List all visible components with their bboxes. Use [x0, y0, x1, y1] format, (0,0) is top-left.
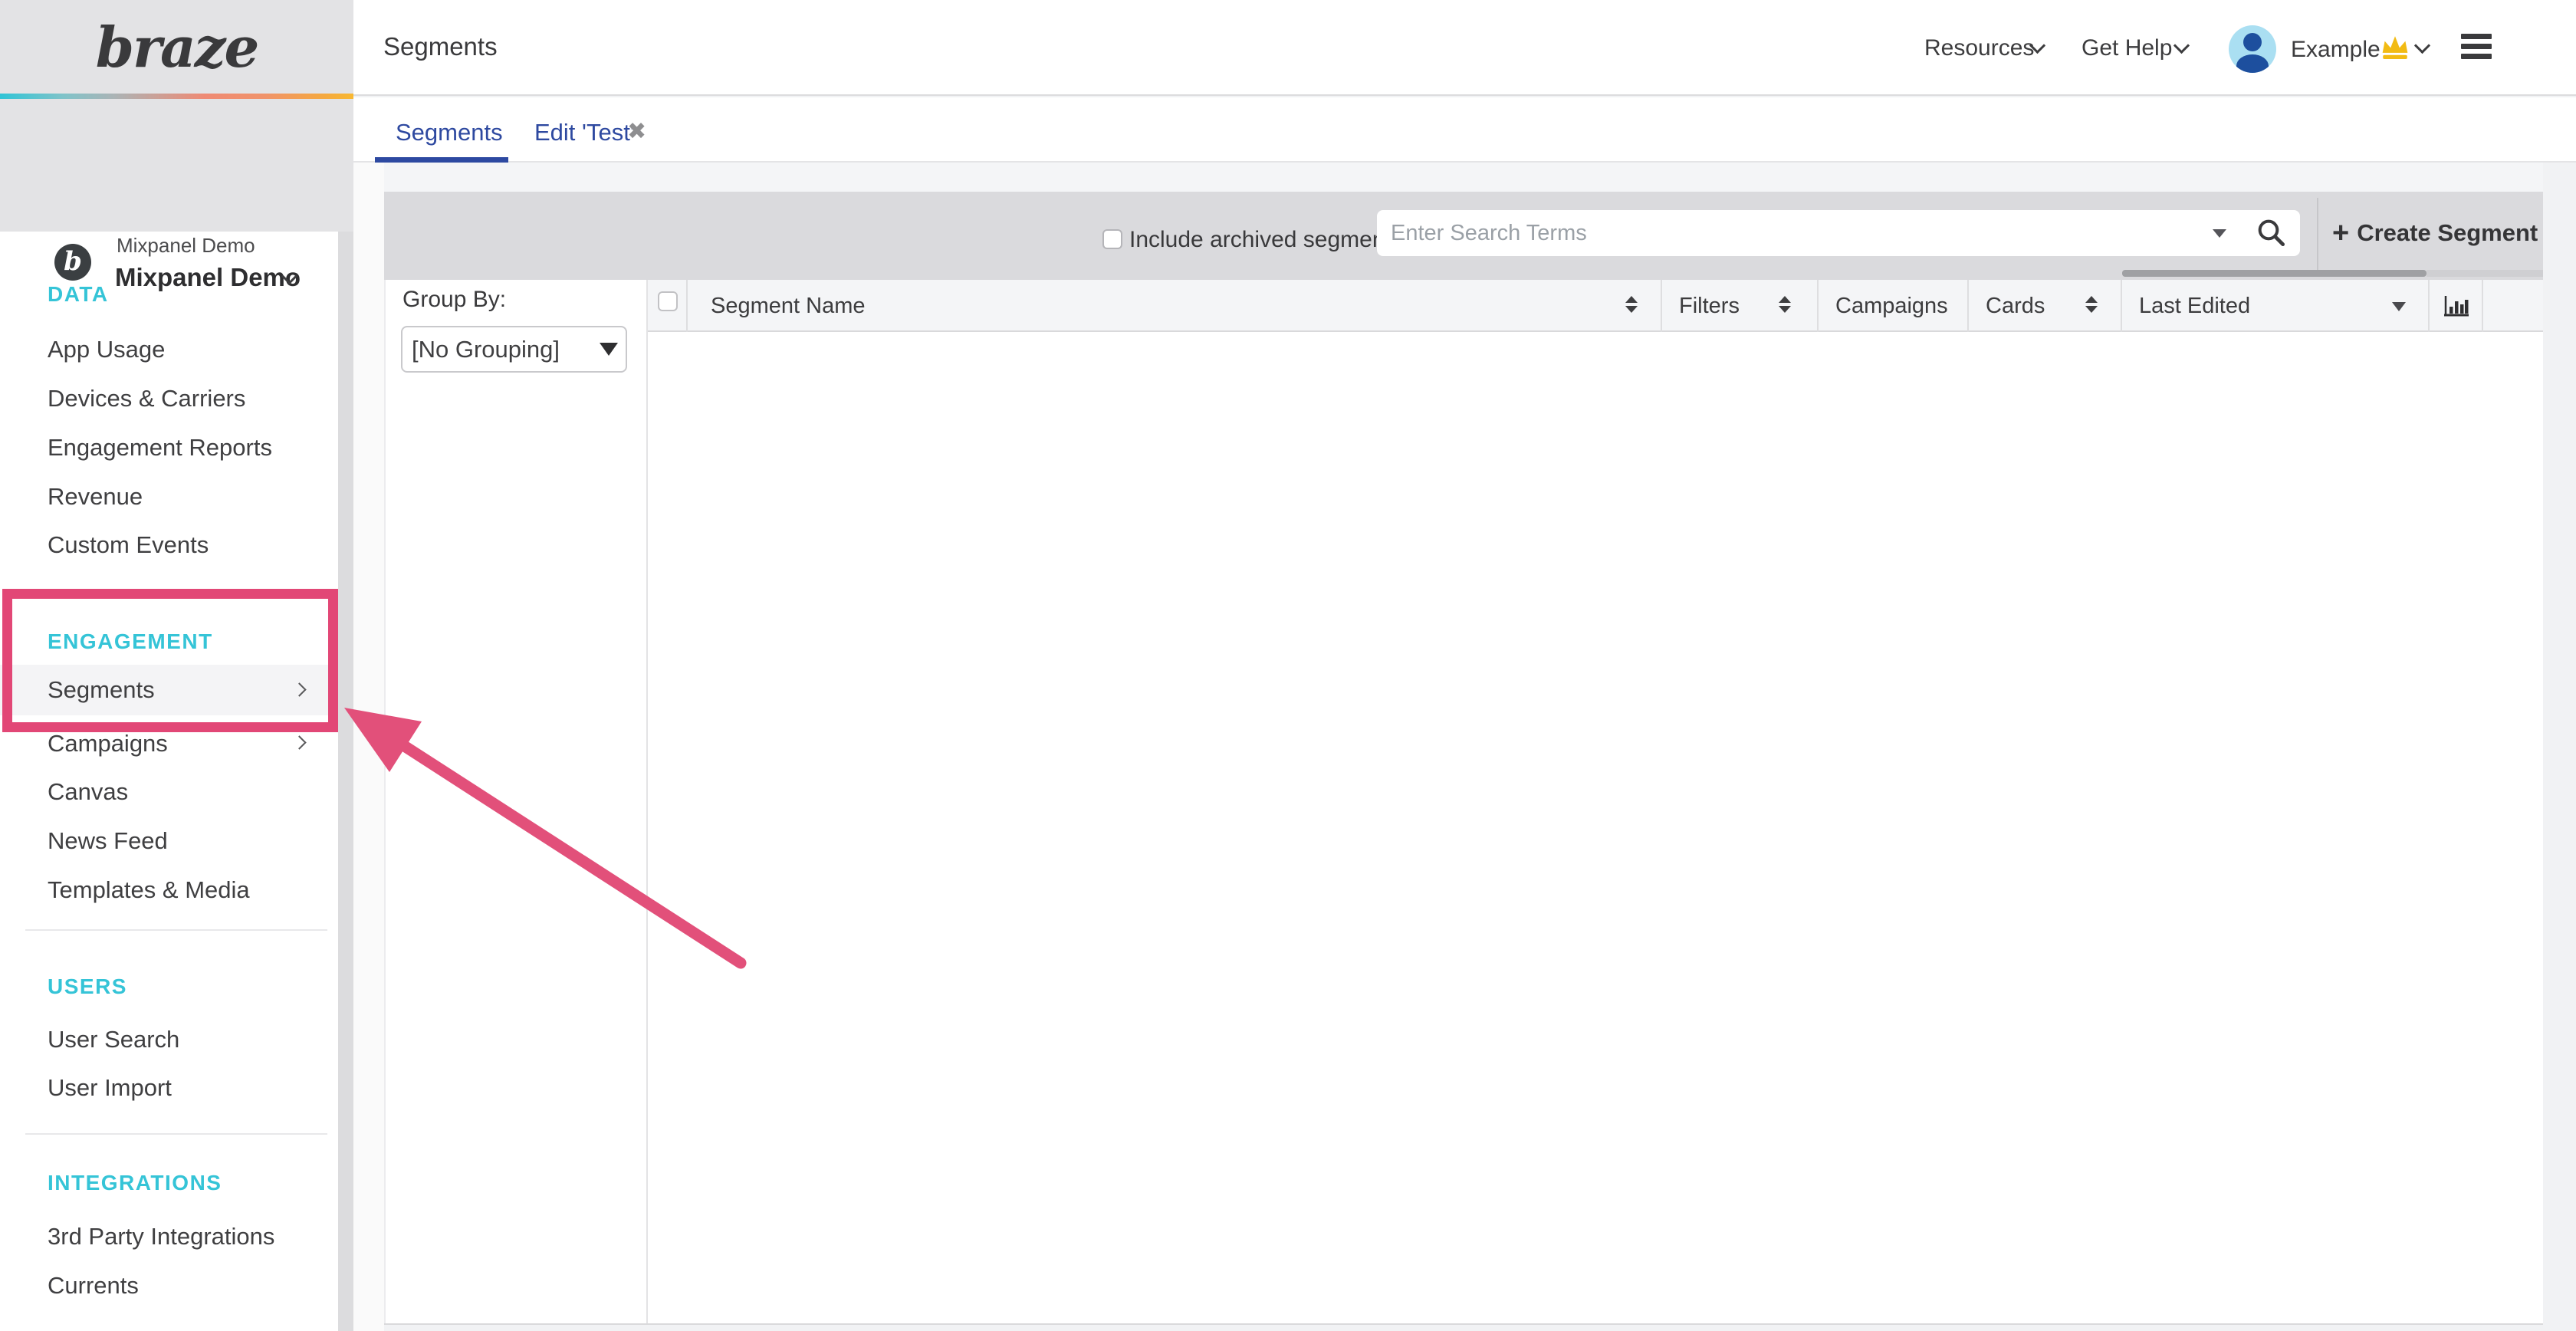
sidebar-item-campaigns-label: Campaigns [48, 730, 168, 757]
close-icon[interactable]: ✖ [627, 118, 646, 145]
sidebar-item-custom-events[interactable]: Custom Events [0, 527, 338, 564]
column-segment-name[interactable]: Segment Name [711, 289, 866, 323]
workspace-switcher[interactable]: b Mixpanel Demo Mixpanel Demo [0, 99, 353, 232]
sidebar-item-user-import[interactable]: User Import [0, 1070, 338, 1106]
toolbar-divider [2317, 198, 2318, 273]
horizontal-scrollbar-track[interactable] [2426, 270, 2543, 277]
dropdown-caret-icon [600, 343, 618, 356]
sidebar-item-engagement-reports[interactable]: Engagement Reports [0, 429, 338, 466]
sidebar-item-news-feed[interactable]: News Feed [0, 823, 338, 859]
sidebar-item-devices-carriers[interactable]: Devices & Carriers [0, 380, 338, 417]
group-by-label: Group By: [402, 287, 506, 313]
sidebar-divider [25, 929, 327, 931]
group-by-panel [384, 280, 648, 1325]
search-input[interactable] [1377, 210, 2300, 256]
sidebar-logo-area: braze [0, 0, 353, 96]
column-divider [2482, 280, 2483, 332]
sidebar-item-campaigns[interactable]: Campaigns [0, 725, 338, 762]
content-bottom-border [384, 1323, 2543, 1325]
chevron-right-icon [292, 682, 306, 696]
column-divider [686, 280, 688, 332]
sidebar-item-3rd-party-integrations[interactable]: 3rd Party Integrations [0, 1218, 338, 1255]
column-campaigns[interactable]: Campaigns [1835, 289, 1948, 323]
select-all-checkbox[interactable] [658, 291, 678, 311]
sidebar-section-users: USERS [48, 971, 308, 1002]
get-help-menu[interactable]: Get Help [2082, 32, 2172, 64]
sidebar-section-integrations: INTEGRATIONS [48, 1168, 308, 1198]
sidebar-scrollbar[interactable] [338, 232, 353, 1331]
active-tab-underline [375, 157, 508, 163]
crown-icon [2379, 34, 2411, 63]
column-cards[interactable]: Cards [1986, 289, 2045, 323]
column-divider [1661, 280, 1662, 332]
include-archived-label[interactable]: Include archived segments [1129, 225, 1403, 255]
sidebar-item-revenue[interactable]: Revenue [0, 478, 338, 515]
sort-icon[interactable] [1779, 296, 1791, 313]
content-left-gutter [353, 163, 384, 1331]
sidebar-item-segments[interactable]: Segments [0, 665, 338, 715]
sidebar-divider [25, 1133, 327, 1135]
sidebar-item-app-usage[interactable]: App Usage [0, 331, 338, 368]
sort-icon[interactable] [1625, 296, 1638, 313]
content-top-strip [384, 163, 2543, 192]
user-name[interactable]: Example [2291, 34, 2380, 66]
page-title: Segments [383, 32, 498, 61]
bar-chart-icon[interactable] [2443, 294, 2470, 319]
brand-gradient-divider [0, 94, 353, 99]
hamburger-menu-icon[interactable] [2461, 34, 2492, 64]
chevron-right-icon [292, 735, 306, 749]
avatar-person-icon [2243, 33, 2262, 51]
group-by-value: [No Grouping] [412, 336, 560, 363]
workspace-type-label: Mixpanel Demo [117, 234, 255, 258]
column-divider [2121, 280, 2122, 332]
avatar-person-icon [2236, 54, 2269, 73]
column-divider [1817, 280, 1819, 332]
table-header [648, 280, 2543, 332]
create-segment-label: Create Segment [2357, 219, 2538, 246]
column-filters[interactable]: Filters [1679, 289, 1740, 323]
create-segment-button[interactable]: + Create Segment [2332, 207, 2538, 259]
include-archived-checkbox[interactable] [1102, 229, 1122, 249]
workspace-app-icon-letter: b [54, 244, 91, 281]
column-divider [2428, 280, 2430, 332]
sidebar-item-currents[interactable]: Currents [0, 1267, 338, 1304]
resources-menu[interactable]: Resources [1924, 32, 2034, 64]
plus-icon: + [2332, 217, 2349, 249]
sidebar-item-templates-media[interactable]: Templates & Media [0, 872, 338, 909]
column-divider [1967, 280, 1969, 332]
horizontal-scrollbar-thumb[interactable] [2122, 270, 2426, 277]
sort-icon[interactable] [2085, 296, 2098, 313]
user-avatar[interactable] [2229, 25, 2276, 73]
search-icon[interactable] [2256, 218, 2287, 248]
tab-segments[interactable]: Segments [396, 117, 503, 149]
sort-desc-caret-icon[interactable] [2392, 302, 2406, 311]
table-body-empty [648, 332, 2543, 1323]
sidebar-section-data: DATA [48, 279, 308, 310]
column-last-edited[interactable]: Last Edited [2139, 289, 2250, 323]
sidebar-item-user-search[interactable]: User Search [0, 1021, 338, 1058]
sidebar-section-engagement: ENGAGEMENT [48, 626, 308, 657]
braze-logo: braze [0, 11, 353, 84]
search-dropdown-caret-icon[interactable] [2213, 229, 2226, 238]
tab-edit-test[interactable]: Edit 'Test' [534, 117, 635, 149]
sidebar-item-canvas[interactable]: Canvas [0, 774, 338, 810]
sidebar: braze b Mixpanel Demo Mixpanel Demo DATA… [0, 0, 353, 1331]
tab-bar [353, 97, 2576, 163]
sidebar-item-segments-label: Segments [48, 676, 155, 703]
